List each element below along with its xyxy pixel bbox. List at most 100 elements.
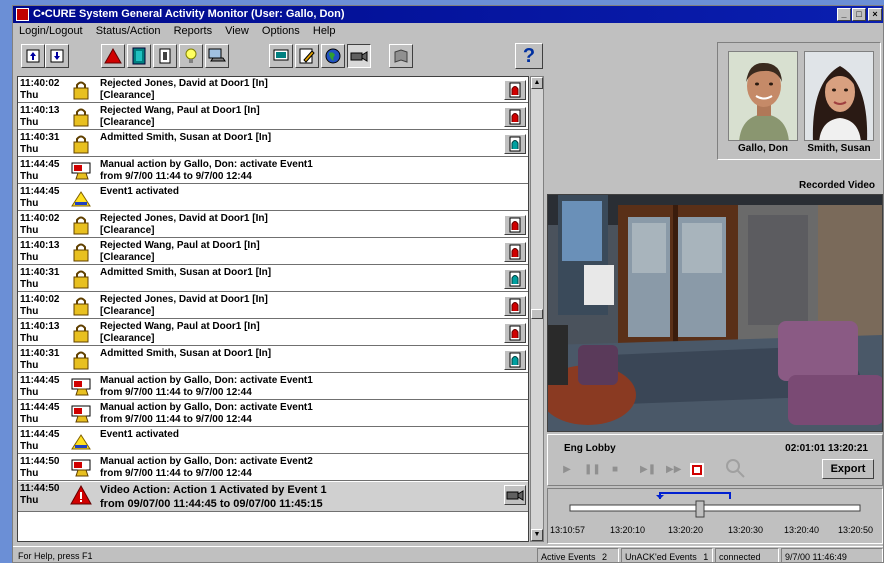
- event-day: Thu: [20, 144, 39, 155]
- event-list-scrollbar[interactable]: ▲ ▼: [530, 76, 544, 542]
- event-day: Thu: [20, 306, 39, 317]
- scroll-thumb[interactable]: [531, 309, 543, 319]
- step-forward-button[interactable]: ▶❚: [640, 463, 656, 477]
- event-line1: Video Action: Action 1 Activated by Even…: [100, 484, 327, 496]
- event-icon: [70, 188, 92, 208]
- sort-up-button[interactable]: [21, 44, 45, 68]
- event-line2: [Clearance]: [100, 225, 155, 236]
- door-icon: [505, 244, 525, 264]
- event-time-value: 11:40:02: [20, 78, 60, 89]
- event-time-value: 11:44:45: [20, 186, 60, 197]
- book-icon: [394, 49, 408, 63]
- menu-status-action[interactable]: Status/Action: [96, 25, 161, 37]
- view-video-button[interactable]: [504, 485, 526, 505]
- event-row[interactable]: 11:40:02 Thu Rejected Jones, David at Door…: [18, 212, 528, 238]
- play-button[interactable]: ▶: [560, 463, 574, 477]
- event-row[interactable]: 11:44:50 Thu Video Action: Action 1 Activa…: [18, 482, 528, 512]
- video-camera-button[interactable]: [347, 44, 371, 68]
- panel-button[interactable]: [153, 44, 177, 68]
- event-line2: [Clearance]: [100, 90, 155, 101]
- event-row[interactable]: 11:40:31 Thu Admitted Smith, Susan at Door…: [18, 266, 528, 292]
- event-row[interactable]: 11:44:50 Thu Manual action by Gallo, Don: …: [18, 455, 528, 481]
- pause-button[interactable]: ❚❚: [584, 463, 601, 477]
- zoom-button[interactable]: [724, 457, 746, 479]
- help-button[interactable]: ?: [515, 43, 543, 69]
- minimize-button[interactable]: _: [837, 8, 851, 21]
- lock-icon: [70, 350, 92, 370]
- event-row[interactable]: 11:40:13 Thu Rejected Wang, Paul at Door1 …: [18, 104, 528, 130]
- door-icon: [132, 47, 146, 65]
- door-button[interactable]: [127, 44, 151, 68]
- event-row[interactable]: 11:40:13 Thu Rejected Wang, Paul at Door1 …: [18, 239, 528, 265]
- event-line1: Rejected Jones, David at Door1 [In]: [100, 213, 268, 224]
- event-day: Thu: [20, 387, 39, 398]
- title-bar[interactable]: C•CURE System General Activity Monitor (…: [13, 6, 883, 23]
- cardholder-photo-smith[interactable]: [804, 51, 874, 141]
- door-status-button[interactable]: [504, 107, 526, 127]
- event-description: Manual action by Gallo, Don: activate Ev…: [100, 456, 313, 480]
- event-row[interactable]: 11:40:02 Thu Rejected Jones, David at Door…: [18, 77, 528, 103]
- timeline-tick: 13:20:40: [784, 525, 820, 535]
- globe-icon: [325, 48, 341, 64]
- event-row[interactable]: 11:40:13 Thu Rejected Wang, Paul at Door1 …: [18, 320, 528, 346]
- monitor-button[interactable]: [269, 44, 293, 68]
- event-row[interactable]: 11:44:45 Thu Event1 activated: [18, 428, 528, 454]
- video-viewport[interactable]: [547, 194, 883, 432]
- door-status-button[interactable]: [504, 215, 526, 235]
- lightbulb-button[interactable]: [179, 44, 203, 68]
- event-line2: from 9/7/00 11:44 to 9/7/00 12:44: [100, 171, 252, 182]
- video-timeline[interactable]: 13:10:57 13:20:10 13:20:20 13:20:30 13:2…: [547, 488, 883, 544]
- status-datetime: 9/7/00 11:46:49: [781, 548, 883, 562]
- export-button[interactable]: Export: [822, 459, 874, 479]
- lightbulb-icon: [185, 48, 197, 63]
- skip-end-icon: ▶▶: [666, 464, 682, 475]
- book-button[interactable]: [389, 44, 413, 68]
- event-row[interactable]: 11:40:02 Thu Rejected Jones, David at Door…: [18, 293, 528, 319]
- event-description: Event1 activated: [100, 429, 179, 441]
- menu-login-logout[interactable]: Login/Logout: [19, 25, 83, 37]
- event-day: Thu: [20, 333, 39, 344]
- menu-help[interactable]: Help: [313, 25, 336, 37]
- alarm-button[interactable]: [101, 44, 125, 68]
- event-row[interactable]: 11:44:45 Thu Manual action by Gallo, Don: …: [18, 374, 528, 400]
- door-status-button[interactable]: [504, 323, 526, 343]
- menu-options[interactable]: Options: [262, 25, 300, 37]
- event-row[interactable]: 11:44:45 Thu Event1 activated: [18, 185, 528, 211]
- door-status-button[interactable]: [504, 242, 526, 262]
- event-time: 11:40:02 Thu: [20, 294, 59, 318]
- timeline-tick: 13:20:30: [728, 525, 764, 535]
- door-status-button[interactable]: [504, 134, 526, 154]
- manual-action-icon: [70, 161, 92, 181]
- sort-down-button[interactable]: [45, 44, 69, 68]
- close-button[interactable]: ×: [868, 8, 882, 21]
- event-time-value: 11:40:31: [20, 132, 60, 143]
- event-time-value: 11:44:45: [20, 402, 60, 413]
- scroll-down-button[interactable]: ▼: [531, 529, 543, 541]
- event-day: Thu: [20, 171, 39, 182]
- event-row[interactable]: 11:44:45 Thu Manual action by Gallo, Don: …: [18, 401, 528, 427]
- edit-button[interactable]: [295, 44, 319, 68]
- event-time: 11:44:45 Thu: [20, 429, 59, 453]
- workstation-button[interactable]: [205, 44, 229, 68]
- event-description: Rejected Wang, Paul at Door1 [In] [Cleara…: [100, 321, 260, 345]
- door-status-button[interactable]: [504, 296, 526, 316]
- stop-button[interactable]: ■: [608, 463, 622, 477]
- globe-button[interactable]: [321, 44, 345, 68]
- door-status-button[interactable]: [504, 350, 526, 370]
- event-day: Thu: [20, 279, 39, 290]
- skip-end-button[interactable]: ▶▶: [666, 463, 682, 477]
- maximize-button[interactable]: □: [852, 8, 866, 21]
- event-row[interactable]: 11:44:45 Thu Manual action by Gallo, Don: …: [18, 158, 528, 184]
- event-line1: Rejected Jones, David at Door1 [In]: [100, 78, 268, 89]
- record-button[interactable]: [690, 463, 704, 477]
- event-list[interactable]: 11:40:02 Thu Rejected Jones, David at Door…: [17, 76, 529, 542]
- menu-view[interactable]: View: [225, 25, 249, 37]
- door-status-button[interactable]: [504, 80, 526, 100]
- scroll-up-button[interactable]: ▲: [531, 77, 543, 89]
- event-row[interactable]: 11:40:31 Thu Admitted Smith, Susan at Door…: [18, 347, 528, 373]
- menu-reports[interactable]: Reports: [174, 25, 213, 37]
- door-status-button[interactable]: [504, 269, 526, 289]
- cardholder-photo-gallo[interactable]: [728, 51, 798, 141]
- event-row[interactable]: 11:40:31 Thu Admitted Smith, Susan at Door…: [18, 131, 528, 157]
- monitor-icon: [273, 49, 289, 61]
